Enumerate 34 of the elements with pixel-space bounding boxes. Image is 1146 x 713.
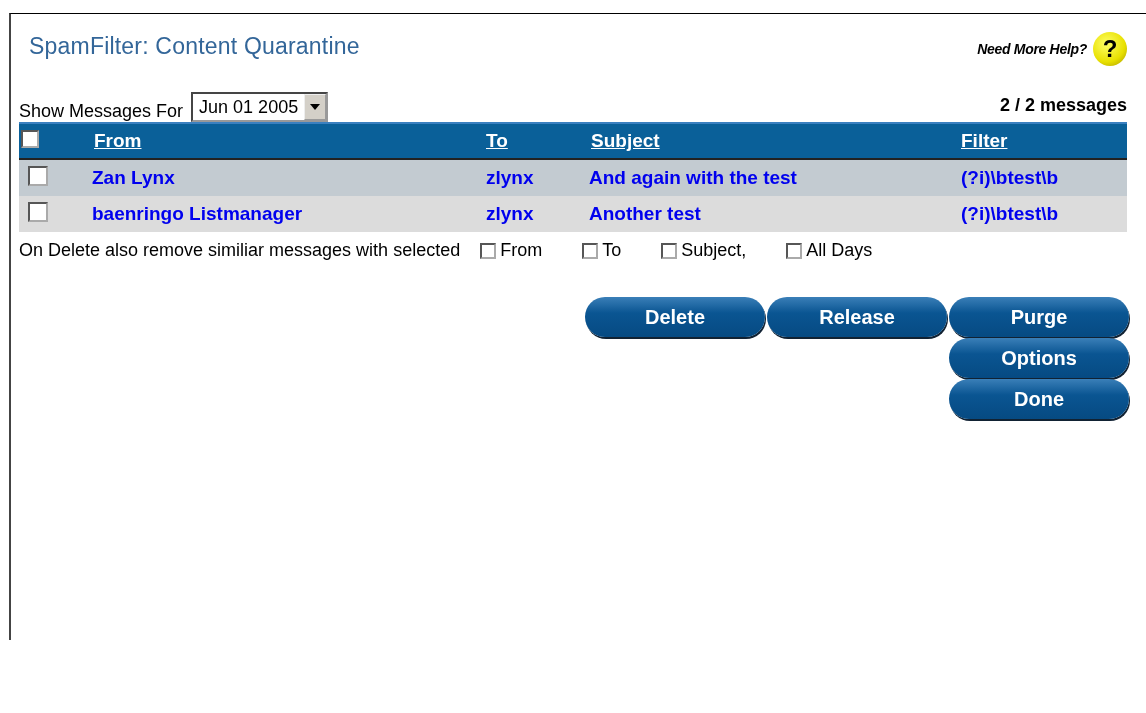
- table-cell[interactable]: Another test: [589, 203, 961, 225]
- action-button[interactable]: Purge: [949, 297, 1129, 337]
- checkbox[interactable]: [28, 166, 48, 186]
- delete-options-label: On Delete also remove similiar messages with selected: [19, 240, 461, 261]
- action-button[interactable]: Release: [767, 297, 947, 337]
- help-icon[interactable]: ?: [1093, 32, 1127, 66]
- page-title: SpamFilter: Content Quarantine: [29, 32, 360, 60]
- checkbox[interactable]: [582, 242, 599, 259]
- dropdown-arrow-icon: [310, 104, 321, 110]
- checkbox-label: All Days: [806, 240, 873, 261]
- column-header[interactable]: Subject: [591, 130, 660, 152]
- action-button[interactable]: Done: [949, 379, 1129, 419]
- checkbox[interactable]: [480, 242, 497, 259]
- column-header[interactable]: From: [94, 130, 142, 152]
- checkbox-label: To: [602, 240, 622, 261]
- action-button[interactable]: Delete: [585, 297, 765, 337]
- date-dropdown[interactable]: Jun 01 2005: [191, 92, 329, 122]
- action-button[interactable]: Options: [949, 338, 1129, 378]
- checkbox[interactable]: [786, 242, 803, 259]
- column-header[interactable]: Filter: [961, 130, 1008, 152]
- checkbox[interactable]: [661, 242, 678, 259]
- table-cell[interactable]: And again with the test: [589, 167, 961, 189]
- checkbox[interactable]: [21, 130, 39, 148]
- table-cell[interactable]: (?i)\btest\b: [961, 203, 1127, 225]
- table-cell[interactable]: baenringo Listmanager: [92, 203, 486, 225]
- column-header[interactable]: To: [486, 130, 508, 152]
- message-count: 2 / 2 messages: [999, 95, 1127, 116]
- table-cell[interactable]: Zan Lynx: [92, 167, 486, 189]
- table-cell[interactable]: (?i)\btest\b: [961, 167, 1127, 189]
- checkbox-label: From: [500, 240, 543, 261]
- checkbox-label: Subject,: [681, 240, 747, 261]
- date-filter-label: Show Messages For: [19, 100, 184, 122]
- help-label: Need More Help?: [977, 41, 1087, 57]
- checkbox[interactable]: [28, 202, 48, 222]
